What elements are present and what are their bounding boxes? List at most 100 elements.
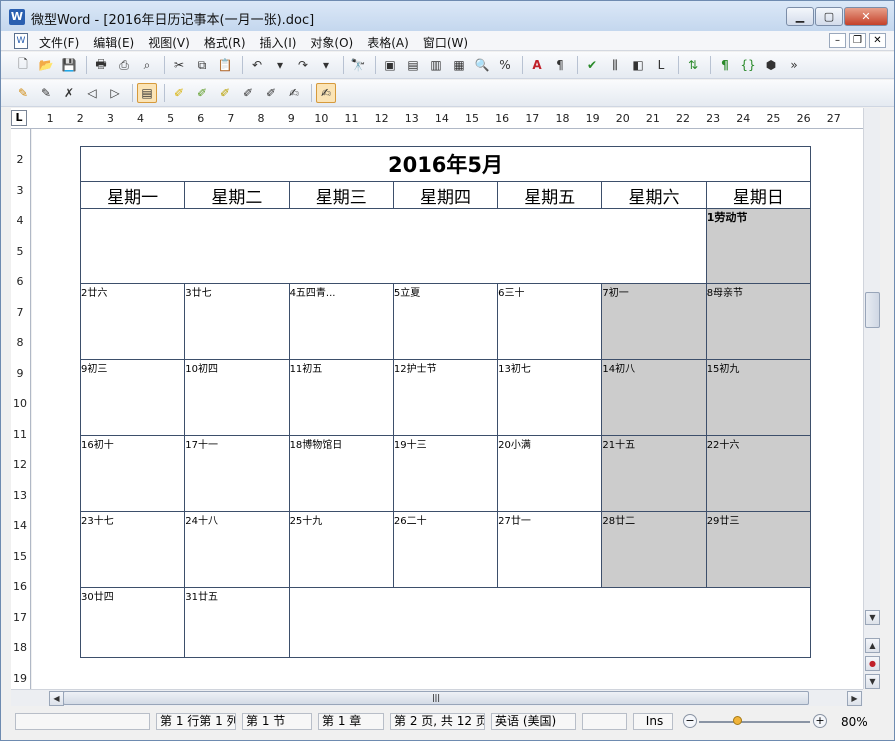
whole-page-icon[interactable]: ▥ [426, 55, 446, 75]
calendar-day-cell[interactable]: 12护士节 [392, 359, 499, 436]
zoom-knob[interactable] [733, 716, 742, 725]
calendar-day-cell[interactable]: 30廿四 [79, 587, 186, 658]
edit-note-icon[interactable]: ✎ [36, 83, 56, 103]
notes-panel-icon[interactable]: ▤ [137, 83, 157, 103]
close-button[interactable]: ✕ [844, 7, 888, 26]
more-tools-icon[interactable]: » [784, 55, 804, 75]
menu-item[interactable]: 窗口(W) [423, 34, 468, 51]
scroll-right-arrow[interactable]: ▶ [847, 691, 862, 706]
scroll-left-arrow[interactable]: ◀ [49, 691, 64, 706]
calendar-day-cell[interactable]: 9初三 [79, 359, 186, 436]
zoom-track[interactable] [699, 721, 810, 723]
vertical-ruler[interactable]: 2 3 4 5 6 7 8 9 10 11 12 13 14 15 16 17 18 19 [11, 129, 31, 689]
calendar-day-cell[interactable]: 19十三 [392, 435, 499, 512]
menu-item[interactable]: 对象(O) [310, 34, 353, 51]
menu-item[interactable]: 文件(F) [39, 34, 79, 51]
status-language[interactable]: 英语 (美国) [491, 713, 576, 730]
calendar-day-cell[interactable]: 28廿二 [601, 511, 707, 588]
find-icon[interactable]: 🔭 [348, 55, 368, 75]
calendar-day-cell[interactable]: 3廿七 [184, 283, 290, 360]
undo-dropdown-icon[interactable]: ▾ [270, 55, 290, 75]
calendar-day-cell[interactable]: 20小满 [497, 435, 603, 512]
calendar-day-cell[interactable]: 10初四 [184, 359, 290, 436]
minimize-button[interactable]: ▁ [786, 7, 814, 26]
calendar-day-cell[interactable]: 8母亲节 [705, 283, 812, 360]
calendar-day-cell[interactable]: 21十五 [601, 435, 707, 512]
zoom-percent[interactable]: 80% [841, 715, 868, 729]
tab-stop-selector[interactable]: L [11, 110, 27, 126]
font-color-icon[interactable]: A [527, 55, 547, 75]
horizontal-scrollbar[interactable]: ◀ ||| ▶ [11, 689, 863, 706]
weekday-header[interactable]: 星期二 [184, 181, 290, 209]
spell-check-icon[interactable]: ✔ [582, 55, 602, 75]
calendar-day-cell[interactable]: 7初一 [601, 283, 707, 360]
next-page-button[interactable]: ▼ [865, 674, 880, 689]
objects-icon[interactable]: ⬢ [761, 55, 781, 75]
calendar-table[interactable]: 2016年5月 星期一 星期二 星期三 星期四 星期五 星期六 星期日 1劳动节 2廿六 3廿七… [79, 146, 812, 658]
weekday-header[interactable]: 星期一 [79, 181, 186, 209]
copy-icon[interactable]: ⧉ [192, 55, 212, 75]
calendar-day-cell[interactable]: 1劳动节 [705, 208, 812, 284]
highlight-green-icon[interactable]: ✐ [192, 83, 212, 103]
save-icon[interactable]: 💾 [59, 55, 79, 75]
two-pages-icon[interactable]: ▦ [449, 55, 469, 75]
highlight-clear-icon[interactable]: ✐ [238, 83, 258, 103]
actual-size-icon[interactable]: ▣ [380, 55, 400, 75]
highlight-icon[interactable]: ✐ [169, 83, 189, 103]
vertical-scrollbar[interactable]: ▼ ▲ ● ▼ [863, 108, 880, 689]
pdf-export-icon[interactable]: ⎙ [114, 55, 134, 75]
show-formatting-icon[interactable]: ¶ [715, 55, 735, 75]
weekday-header[interactable]: 星期四 [392, 181, 499, 209]
calendar-day-cell[interactable]: 16初十 [79, 435, 186, 512]
calendar-day-cell[interactable]: 26二十 [392, 511, 499, 588]
scroll-down-arrow[interactable]: ▼ [865, 610, 880, 625]
doc-close-button[interactable]: ✕ [869, 33, 886, 48]
highlight-panel-icon[interactable]: ✍ [316, 83, 336, 103]
zoom-icon[interactable]: 🔍 [472, 55, 492, 75]
document-canvas[interactable]: 2016年5月 星期一 星期二 星期三 星期四 星期五 星期六 星期日 1劳动节 2廿六 3廿七… [32, 129, 863, 689]
print-icon[interactable]: 🖶 [91, 55, 111, 75]
maximize-button[interactable]: ▢ [815, 7, 843, 26]
highlight-erase-icon[interactable]: ✐ [261, 83, 281, 103]
calendar-day-cell[interactable]: 22十六 [705, 435, 812, 512]
zoom-percent-icon[interactable]: % [495, 55, 515, 75]
zoom-slider[interactable]: − + [683, 714, 828, 730]
next-note-icon[interactable]: ▷ [105, 83, 125, 103]
prev-page-button[interactable]: ▲ [865, 638, 880, 653]
calendar-day-cell[interactable]: 29廿三 [705, 511, 812, 588]
calendar-day-cell[interactable]: 31廿五 [184, 587, 290, 658]
shading-icon[interactable]: ◧ [628, 55, 648, 75]
open-folder-icon[interactable]: 📂 [36, 55, 56, 75]
calendar-day-cell[interactable]: 14初八 [601, 359, 707, 436]
calendar-day-cell[interactable]: 6三十 [497, 283, 603, 360]
calendar-title[interactable]: 2016年5月 [80, 146, 811, 182]
zoom-out-button[interactable]: − [683, 714, 697, 728]
calendar-empty-cell[interactable] [80, 208, 707, 284]
calendar-day-cell[interactable]: 15初九 [705, 359, 812, 436]
highlight-edit-icon[interactable]: ✍ [284, 83, 304, 103]
insert-note-icon[interactable]: ✎ [13, 83, 33, 103]
page-width-icon[interactable]: ▤ [403, 55, 423, 75]
prev-note-icon[interactable]: ◁ [82, 83, 102, 103]
convert-icon[interactable]: ⇅ [683, 55, 703, 75]
weekday-header[interactable]: 星期六 [601, 181, 707, 209]
weekday-header[interactable]: 星期五 [497, 181, 603, 209]
status-insert-mode[interactable]: Ins [633, 713, 673, 730]
calendar-day-cell[interactable]: 17十一 [184, 435, 290, 512]
menu-item[interactable]: 编辑(E) [93, 34, 134, 51]
document-icon[interactable]: W [14, 33, 28, 49]
doc-restore-button[interactable]: ❐ [849, 33, 866, 48]
calendar-day-cell[interactable]: 23十七 [79, 511, 186, 588]
menu-item[interactable]: 插入(I) [260, 34, 297, 51]
calendar-day-cell[interactable]: 27廿一 [497, 511, 603, 588]
calendar-day-cell[interactable]: 13初七 [497, 359, 603, 436]
menu-item[interactable]: 视图(V) [148, 34, 190, 51]
word-app-icon[interactable]: W [9, 9, 25, 25]
calendar-day-cell[interactable]: 2廿六 [79, 283, 186, 360]
calendar-day-cell[interactable]: 18博物馆日 [288, 435, 394, 512]
calendar-day-cell[interactable]: 5立夏 [392, 283, 499, 360]
undo-icon[interactable]: ↶ [247, 55, 267, 75]
paragraph-format-icon[interactable]: ¶ [550, 55, 570, 75]
calendar-empty-cell[interactable] [288, 587, 812, 658]
redo-dropdown-icon[interactable]: ▾ [316, 55, 336, 75]
